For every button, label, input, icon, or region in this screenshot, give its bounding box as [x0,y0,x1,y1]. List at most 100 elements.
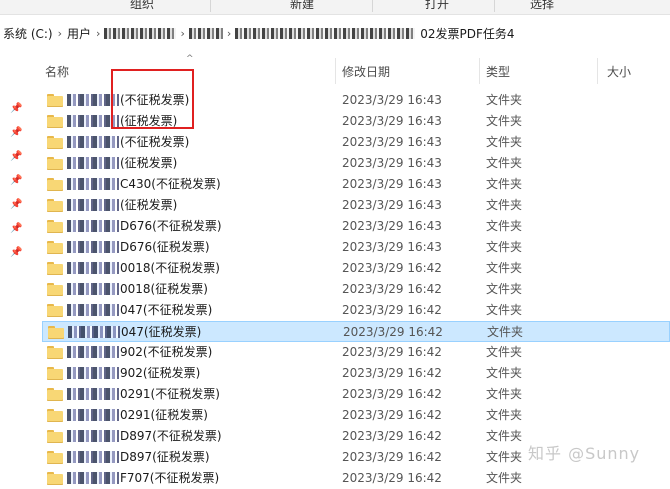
table-row[interactable]: (不征税发票) 2023/3/29 16:43 文件夹 [30,132,670,153]
file-name[interactable]: 0291(不征税发票) [67,384,220,405]
pin-icon[interactable]: 📌 [10,152,22,162]
table-row[interactable]: (征税发票) 2023/3/29 16:43 文件夹 [30,153,670,174]
column-modified[interactable]: 修改日期 [342,55,390,89]
file-name[interactable]: C430(不征税发票) [67,174,221,195]
modified-date: 2023/3/29 16:42 [342,345,442,359]
modified-date: 2023/3/29 16:43 [342,135,442,149]
redacted-name-prefix [67,241,119,253]
modified-date: 2023/3/29 16:42 [343,325,443,339]
breadcrumb[interactable]: 系统 (C:) › 用户 › › › 02发票PDF任务4 [0,22,670,44]
folder-icon [47,409,63,422]
folder-icon [47,136,63,149]
file-name-text: D897(不征税发票) [120,429,222,443]
redacted-name-prefix [67,451,119,463]
table-row[interactable]: 0018(征税发票) 2023/3/29 16:42 文件夹 [30,279,670,300]
redacted-name-prefix [67,409,119,421]
redacted-path-segment [188,27,223,39]
file-name-text: D897(征税发票) [120,450,210,464]
column-divider[interactable] [597,58,598,84]
new-button[interactable]: 新建 [290,0,314,12]
file-name[interactable]: (不征税发票) [67,132,189,153]
column-divider[interactable] [479,58,480,84]
folder-icon [47,241,63,254]
column-size[interactable]: 大小 [607,55,631,89]
folder-icon [47,430,63,443]
file-name[interactable]: D897(不征税发票) [67,426,222,447]
folder-icon [47,472,63,485]
file-name-text: F707(不征税发票) [120,471,220,485]
table-row[interactable]: 902(不征税发票) 2023/3/29 16:42 文件夹 [30,342,670,363]
redacted-name-prefix [67,220,119,232]
file-name-text: 0291(不征税发票) [120,387,220,401]
pin-icon[interactable]: 📌 [10,224,22,234]
pin-icon[interactable]: 📌 [10,176,22,186]
file-name[interactable]: 0291(征税发票) [67,405,208,426]
folder-icon [47,304,63,317]
toolbar-ribbon: 组织 新建 打开 选择 [0,0,670,15]
table-row[interactable]: 0291(征税发票) 2023/3/29 16:42 文件夹 [30,405,670,426]
pin-icon[interactable]: 📌 [10,128,22,138]
column-divider[interactable] [335,58,336,84]
file-name-text: C430(不征税发票) [120,177,221,191]
table-row[interactable]: 047(不征税发票) 2023/3/29 16:42 文件夹 [30,300,670,321]
file-name[interactable]: 0018(征税发票) [67,279,208,300]
select-button[interactable]: 选择 [530,0,554,12]
table-row[interactable]: C430(不征税发票) 2023/3/29 16:43 文件夹 [30,174,670,195]
file-name[interactable]: D676(不征税发票) [67,216,222,237]
file-type: 文件夹 [486,114,523,128]
file-name[interactable]: 902(征税发票) [67,363,200,384]
watermark: 知乎 @Sunny [528,444,641,463]
file-name[interactable]: 047(不征税发票) [67,300,212,321]
table-row[interactable]: D676(不征税发票) 2023/3/29 16:43 文件夹 [30,216,670,237]
modified-date: 2023/3/29 16:42 [342,408,442,422]
file-name-text: 902(不征税发票) [120,345,213,359]
redacted-name-prefix [67,157,119,169]
ribbon-divider [372,0,373,12]
file-name[interactable]: 0018(不征税发票) [67,258,220,279]
folder-icon [47,220,63,233]
modified-date: 2023/3/29 16:42 [342,387,442,401]
file-name[interactable]: (征税发票) [67,153,177,174]
folder-icon [47,157,63,170]
modified-date: 2023/3/29 16:43 [342,177,442,191]
file-type: 文件夹 [486,429,523,443]
redacted-path-segment [104,27,177,39]
table-row[interactable]: (征税发票) 2023/3/29 16:43 文件夹 [30,195,670,216]
file-name[interactable]: D676(征税发票) [67,237,210,258]
table-row[interactable]: D676(征税发票) 2023/3/29 16:43 文件夹 [30,237,670,258]
ribbon-divider [210,0,211,12]
table-row[interactable]: 902(征税发票) 2023/3/29 16:42 文件夹 [30,363,670,384]
column-type[interactable]: 类型 [486,55,510,89]
breadcrumb-drive[interactable]: 系统 (C:) [0,25,56,42]
redacted-name-prefix [67,136,119,148]
modified-date: 2023/3/29 16:42 [342,450,442,464]
redacted-name-prefix [67,346,119,358]
pin-icon[interactable]: 📌 [10,200,22,210]
file-name[interactable]: F707(不征税发票) [67,468,219,489]
file-type: 文件夹 [486,156,523,170]
file-type: 文件夹 [486,219,523,233]
chevron-right-icon[interactable]: › [178,27,186,40]
column-name[interactable]: 名称 [45,55,69,89]
file-name-text: D676(征税发票) [120,240,210,254]
open-button[interactable]: 打开 [425,0,449,12]
breadcrumb-users[interactable]: 用户 [64,25,94,42]
file-name[interactable]: (征税发票) [67,195,177,216]
folder-icon [48,326,64,339]
table-row[interactable]: 0291(不征税发票) 2023/3/29 16:42 文件夹 [30,384,670,405]
file-name[interactable]: 902(不征税发票) [67,342,212,363]
table-row[interactable]: 0018(不征税发票) 2023/3/29 16:42 文件夹 [30,258,670,279]
folder-icon [47,346,63,359]
chevron-right-icon[interactable]: › [225,27,233,40]
chevron-right-icon[interactable]: › [56,27,64,40]
file-name[interactable]: 047(征税发票) [68,322,201,343]
table-row[interactable]: 047(征税发票) 2023/3/29 16:42 文件夹 [42,321,670,342]
chevron-right-icon[interactable]: › [94,27,102,40]
pin-icon[interactable]: 📌 [10,248,22,258]
breadcrumb-current-folder[interactable]: 02发票PDF任务4 [417,25,517,42]
file-type: 文件夹 [486,93,523,107]
file-name[interactable]: D897(征税发票) [67,447,210,468]
table-row[interactable]: F707(不征税发票) 2023/3/29 16:42 文件夹 [30,468,670,489]
pin-icon[interactable]: 📌 [10,104,22,114]
organize-button[interactable]: 组织 [130,0,154,12]
